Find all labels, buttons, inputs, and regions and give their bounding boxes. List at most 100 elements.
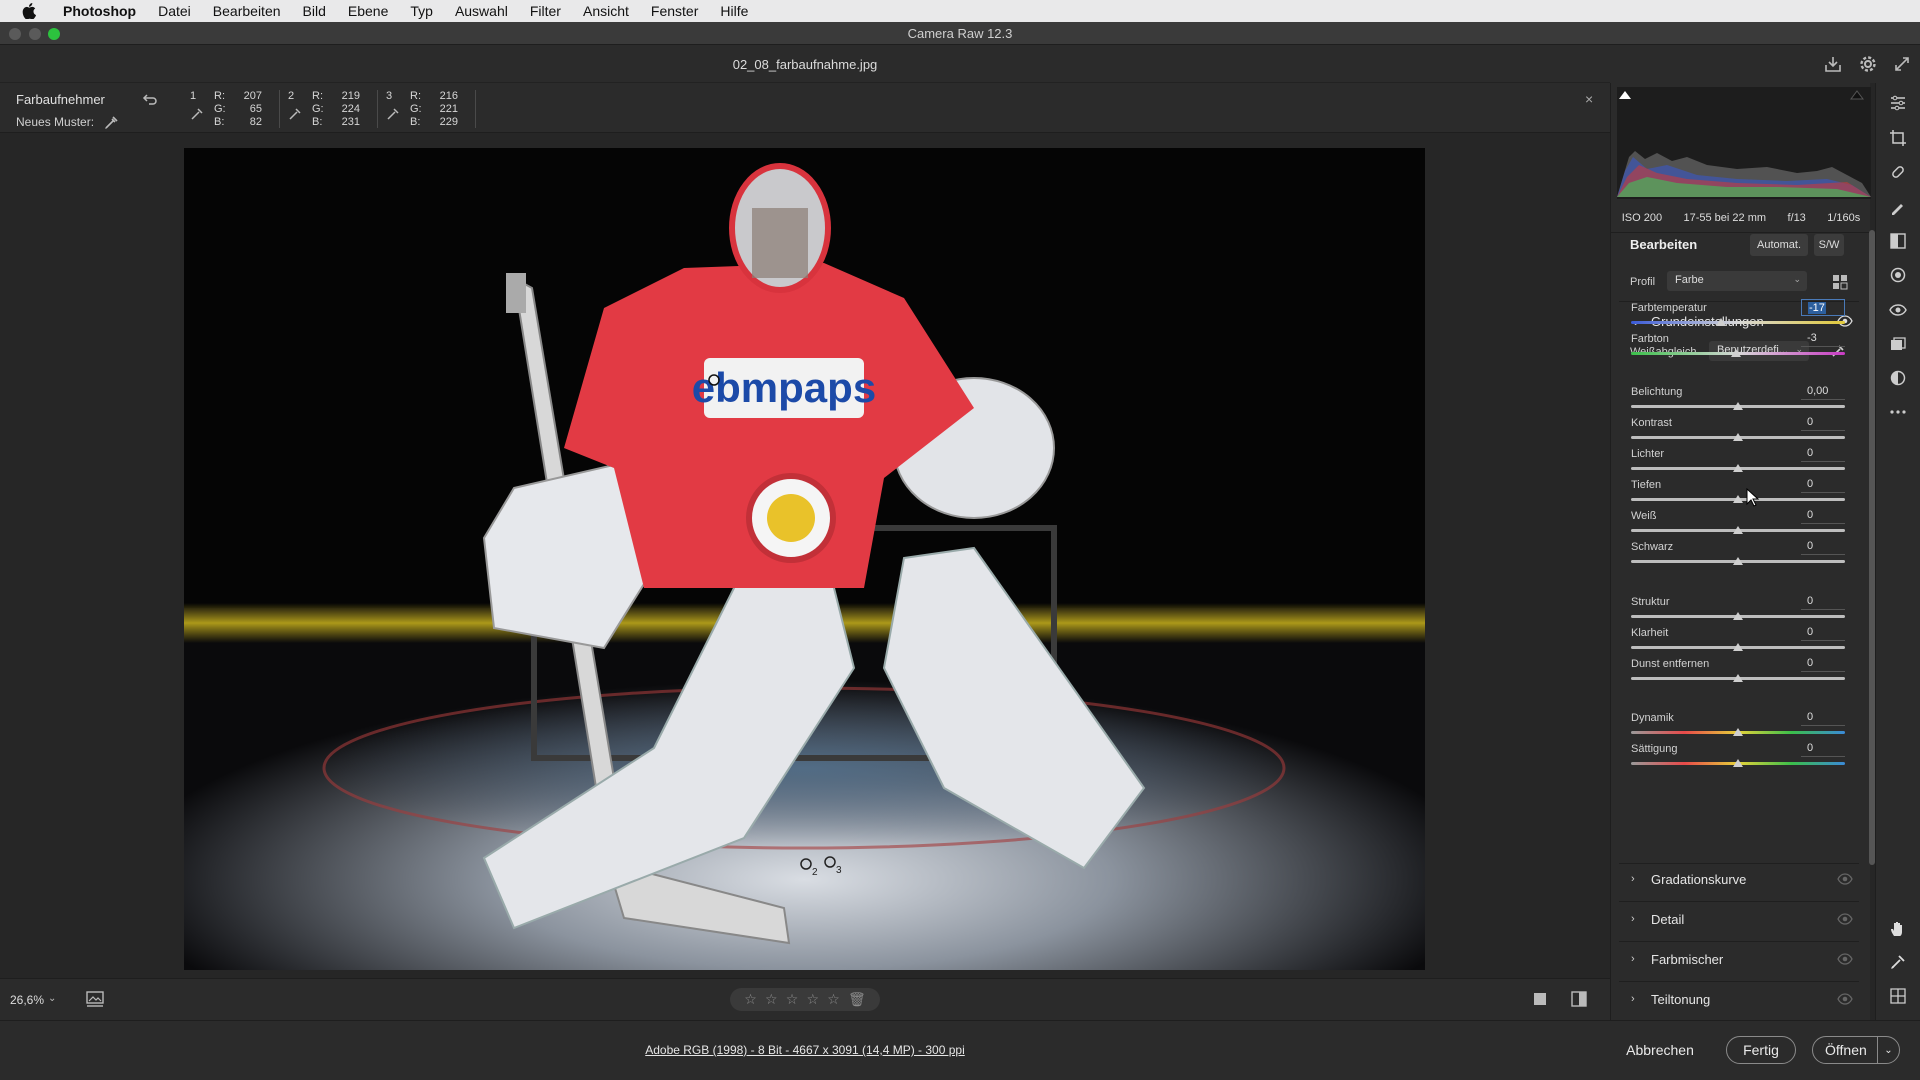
star-icon[interactable]: ☆ xyxy=(744,991,757,1008)
slider-weiß[interactable]: Weiß 0 xyxy=(1631,507,1845,540)
slider-thumb[interactable] xyxy=(1715,318,1726,326)
zoom-chevron-icon[interactable]: ⌄ xyxy=(48,993,56,1004)
slider-schwarz[interactable]: Schwarz 0 xyxy=(1631,538,1845,571)
menu-hilfe[interactable]: Hilfe xyxy=(709,3,759,19)
snapshots-icon[interactable] xyxy=(1888,334,1908,354)
bw-button[interactable]: S/W xyxy=(1814,234,1844,256)
fullscreen-icon[interactable] xyxy=(1892,54,1912,74)
slider-belichtung[interactable]: Belichtung 0,00 xyxy=(1631,383,1845,416)
slider-track[interactable] xyxy=(1631,321,1845,324)
profile-select[interactable]: Farbe ⌄ xyxy=(1667,271,1807,291)
radial-filter-icon[interactable] xyxy=(1888,265,1908,285)
slider-value-input[interactable]: -17 xyxy=(1801,299,1845,316)
section-tone-curve[interactable]: › Gradationskurve xyxy=(1611,867,1871,895)
slider-value-input[interactable]: 0 xyxy=(1801,507,1845,524)
apple-icon[interactable] xyxy=(20,2,38,20)
cancel-button[interactable]: Abbrechen xyxy=(1615,1036,1705,1064)
photo-preview[interactable]: ebmpaps 2 3 xyxy=(184,148,1425,970)
sample-3-eyedropper-icon[interactable] xyxy=(386,107,400,121)
slider-thumb[interactable] xyxy=(1733,495,1743,503)
section-split-toning[interactable]: › Teiltonung xyxy=(1611,987,1871,1015)
workflow-options-link[interactable]: Adobe RGB (1998) - 8 Bit - 4667 x 3091 (… xyxy=(0,1043,1610,1057)
menu-auswahl[interactable]: Auswahl xyxy=(444,3,519,19)
slider-thumb[interactable] xyxy=(1730,349,1741,357)
slider-value-input[interactable]: -3 xyxy=(1801,330,1845,347)
slider-thumb[interactable] xyxy=(1733,612,1743,620)
close-sampler-button[interactable]: × xyxy=(1585,91,1593,107)
menu-fenster[interactable]: Fenster xyxy=(640,3,709,19)
star-icon[interactable]: ☆ xyxy=(827,991,840,1008)
slider-value-input[interactable]: 0 xyxy=(1801,445,1845,462)
menu-bild[interactable]: Bild xyxy=(292,3,337,19)
save-image-icon[interactable] xyxy=(1823,54,1843,74)
slider-thumb[interactable] xyxy=(1733,557,1743,565)
menu-ebene[interactable]: Ebene xyxy=(337,3,399,19)
healing-brush-icon[interactable] xyxy=(1888,162,1908,182)
slider-value-input[interactable]: 0 xyxy=(1801,593,1845,610)
auto-button[interactable]: Automat. xyxy=(1750,234,1808,256)
done-button[interactable]: Fertig xyxy=(1726,1036,1796,1064)
slider-value-input[interactable]: 0 xyxy=(1801,709,1845,726)
slider-thumb[interactable] xyxy=(1733,643,1743,651)
slider-tiefen[interactable]: Tiefen 0 xyxy=(1631,478,1845,509)
red-eye-icon[interactable] xyxy=(1888,300,1908,320)
grid-icon[interactable] xyxy=(1888,986,1908,1006)
menu-bearbeiten[interactable]: Bearbeiten xyxy=(202,3,292,19)
menu-typ[interactable]: Typ xyxy=(399,3,444,19)
slider-value-input[interactable]: 0 xyxy=(1801,414,1845,431)
slider-sättigung[interactable]: Sättigung 0 xyxy=(1631,740,1845,773)
slider-struktur[interactable]: Struktur 0 xyxy=(1631,593,1845,626)
slider-dunst-entfernen[interactable]: Dunst entfernen 0 xyxy=(1631,655,1845,688)
eye-icon[interactable] xyxy=(1837,952,1853,966)
single-view-icon[interactable] xyxy=(1532,991,1548,1007)
menu-filter[interactable]: Filter xyxy=(519,3,572,19)
hand-icon[interactable] xyxy=(1888,919,1908,939)
menu-datei[interactable]: Datei xyxy=(147,3,202,19)
star-icon[interactable]: ☆ xyxy=(786,991,799,1008)
slider-thumb[interactable] xyxy=(1733,526,1743,534)
more-icon[interactable] xyxy=(1888,402,1908,422)
slider-value-input[interactable]: 0 xyxy=(1801,624,1845,641)
eye-icon[interactable] xyxy=(1837,992,1853,1006)
slider-value-input[interactable]: 0,00 xyxy=(1801,383,1845,400)
slider-thumb[interactable] xyxy=(1733,759,1743,767)
slider-farbton[interactable]: Farbton -3 xyxy=(1631,330,1845,363)
gradient-filter-icon[interactable] xyxy=(1888,231,1908,251)
slider-thumb[interactable] xyxy=(1733,728,1743,736)
profile-browser-icon[interactable] xyxy=(1832,274,1848,290)
presets-icon[interactable] xyxy=(1888,368,1908,388)
zoom-level[interactable]: 26,6% xyxy=(10,993,44,1007)
before-after-icon[interactable] xyxy=(1570,990,1588,1008)
menu-app[interactable]: Photoshop xyxy=(52,3,147,19)
slider-klarheit[interactable]: Klarheit 0 xyxy=(1631,624,1845,657)
gear-icon[interactable] xyxy=(1858,54,1878,74)
eye-icon[interactable] xyxy=(1837,872,1853,886)
open-button[interactable]: Öffnen ⌄ xyxy=(1812,1036,1900,1064)
trash-icon[interactable]: 🗑 xyxy=(848,991,866,1008)
slider-value-input[interactable]: 0 xyxy=(1801,740,1845,757)
menu-ansicht[interactable]: Ansicht xyxy=(572,3,640,19)
sample-2-eyedropper-icon[interactable] xyxy=(288,107,302,121)
slider-value-input[interactable]: 0 xyxy=(1801,538,1845,555)
slider-lichter[interactable]: Lichter 0 xyxy=(1631,445,1845,478)
slider-dynamik[interactable]: Dynamik 0 xyxy=(1631,709,1845,742)
reset-samplers-icon[interactable] xyxy=(141,91,159,109)
brush-icon[interactable] xyxy=(1888,197,1908,217)
star-icon[interactable]: ☆ xyxy=(806,991,819,1008)
slider-thumb[interactable] xyxy=(1733,402,1743,410)
sliders-icon[interactable] xyxy=(1888,93,1908,113)
sample-1-eyedropper-icon[interactable] xyxy=(190,107,204,121)
slider-thumb[interactable] xyxy=(1733,464,1743,472)
slider-thumb[interactable] xyxy=(1733,433,1743,441)
eye-icon[interactable] xyxy=(1837,912,1853,926)
slider-farbtemperatur[interactable]: Farbtemperatur -17 xyxy=(1631,299,1845,332)
slider-value-input[interactable]: 0 xyxy=(1801,655,1845,672)
chevron-down-icon[interactable]: ⌄ xyxy=(1877,1037,1899,1063)
section-detail[interactable]: › Detail xyxy=(1611,907,1871,935)
color-sampler-icon[interactable] xyxy=(1888,952,1908,972)
slider-kontrast[interactable]: Kontrast 0 xyxy=(1631,414,1845,447)
star-icon[interactable]: ☆ xyxy=(765,991,778,1008)
filmstrip-icon[interactable] xyxy=(85,990,105,1008)
image-canvas[interactable]: ebmpaps 2 3 xyxy=(0,133,1610,978)
crop-icon[interactable] xyxy=(1888,128,1908,148)
